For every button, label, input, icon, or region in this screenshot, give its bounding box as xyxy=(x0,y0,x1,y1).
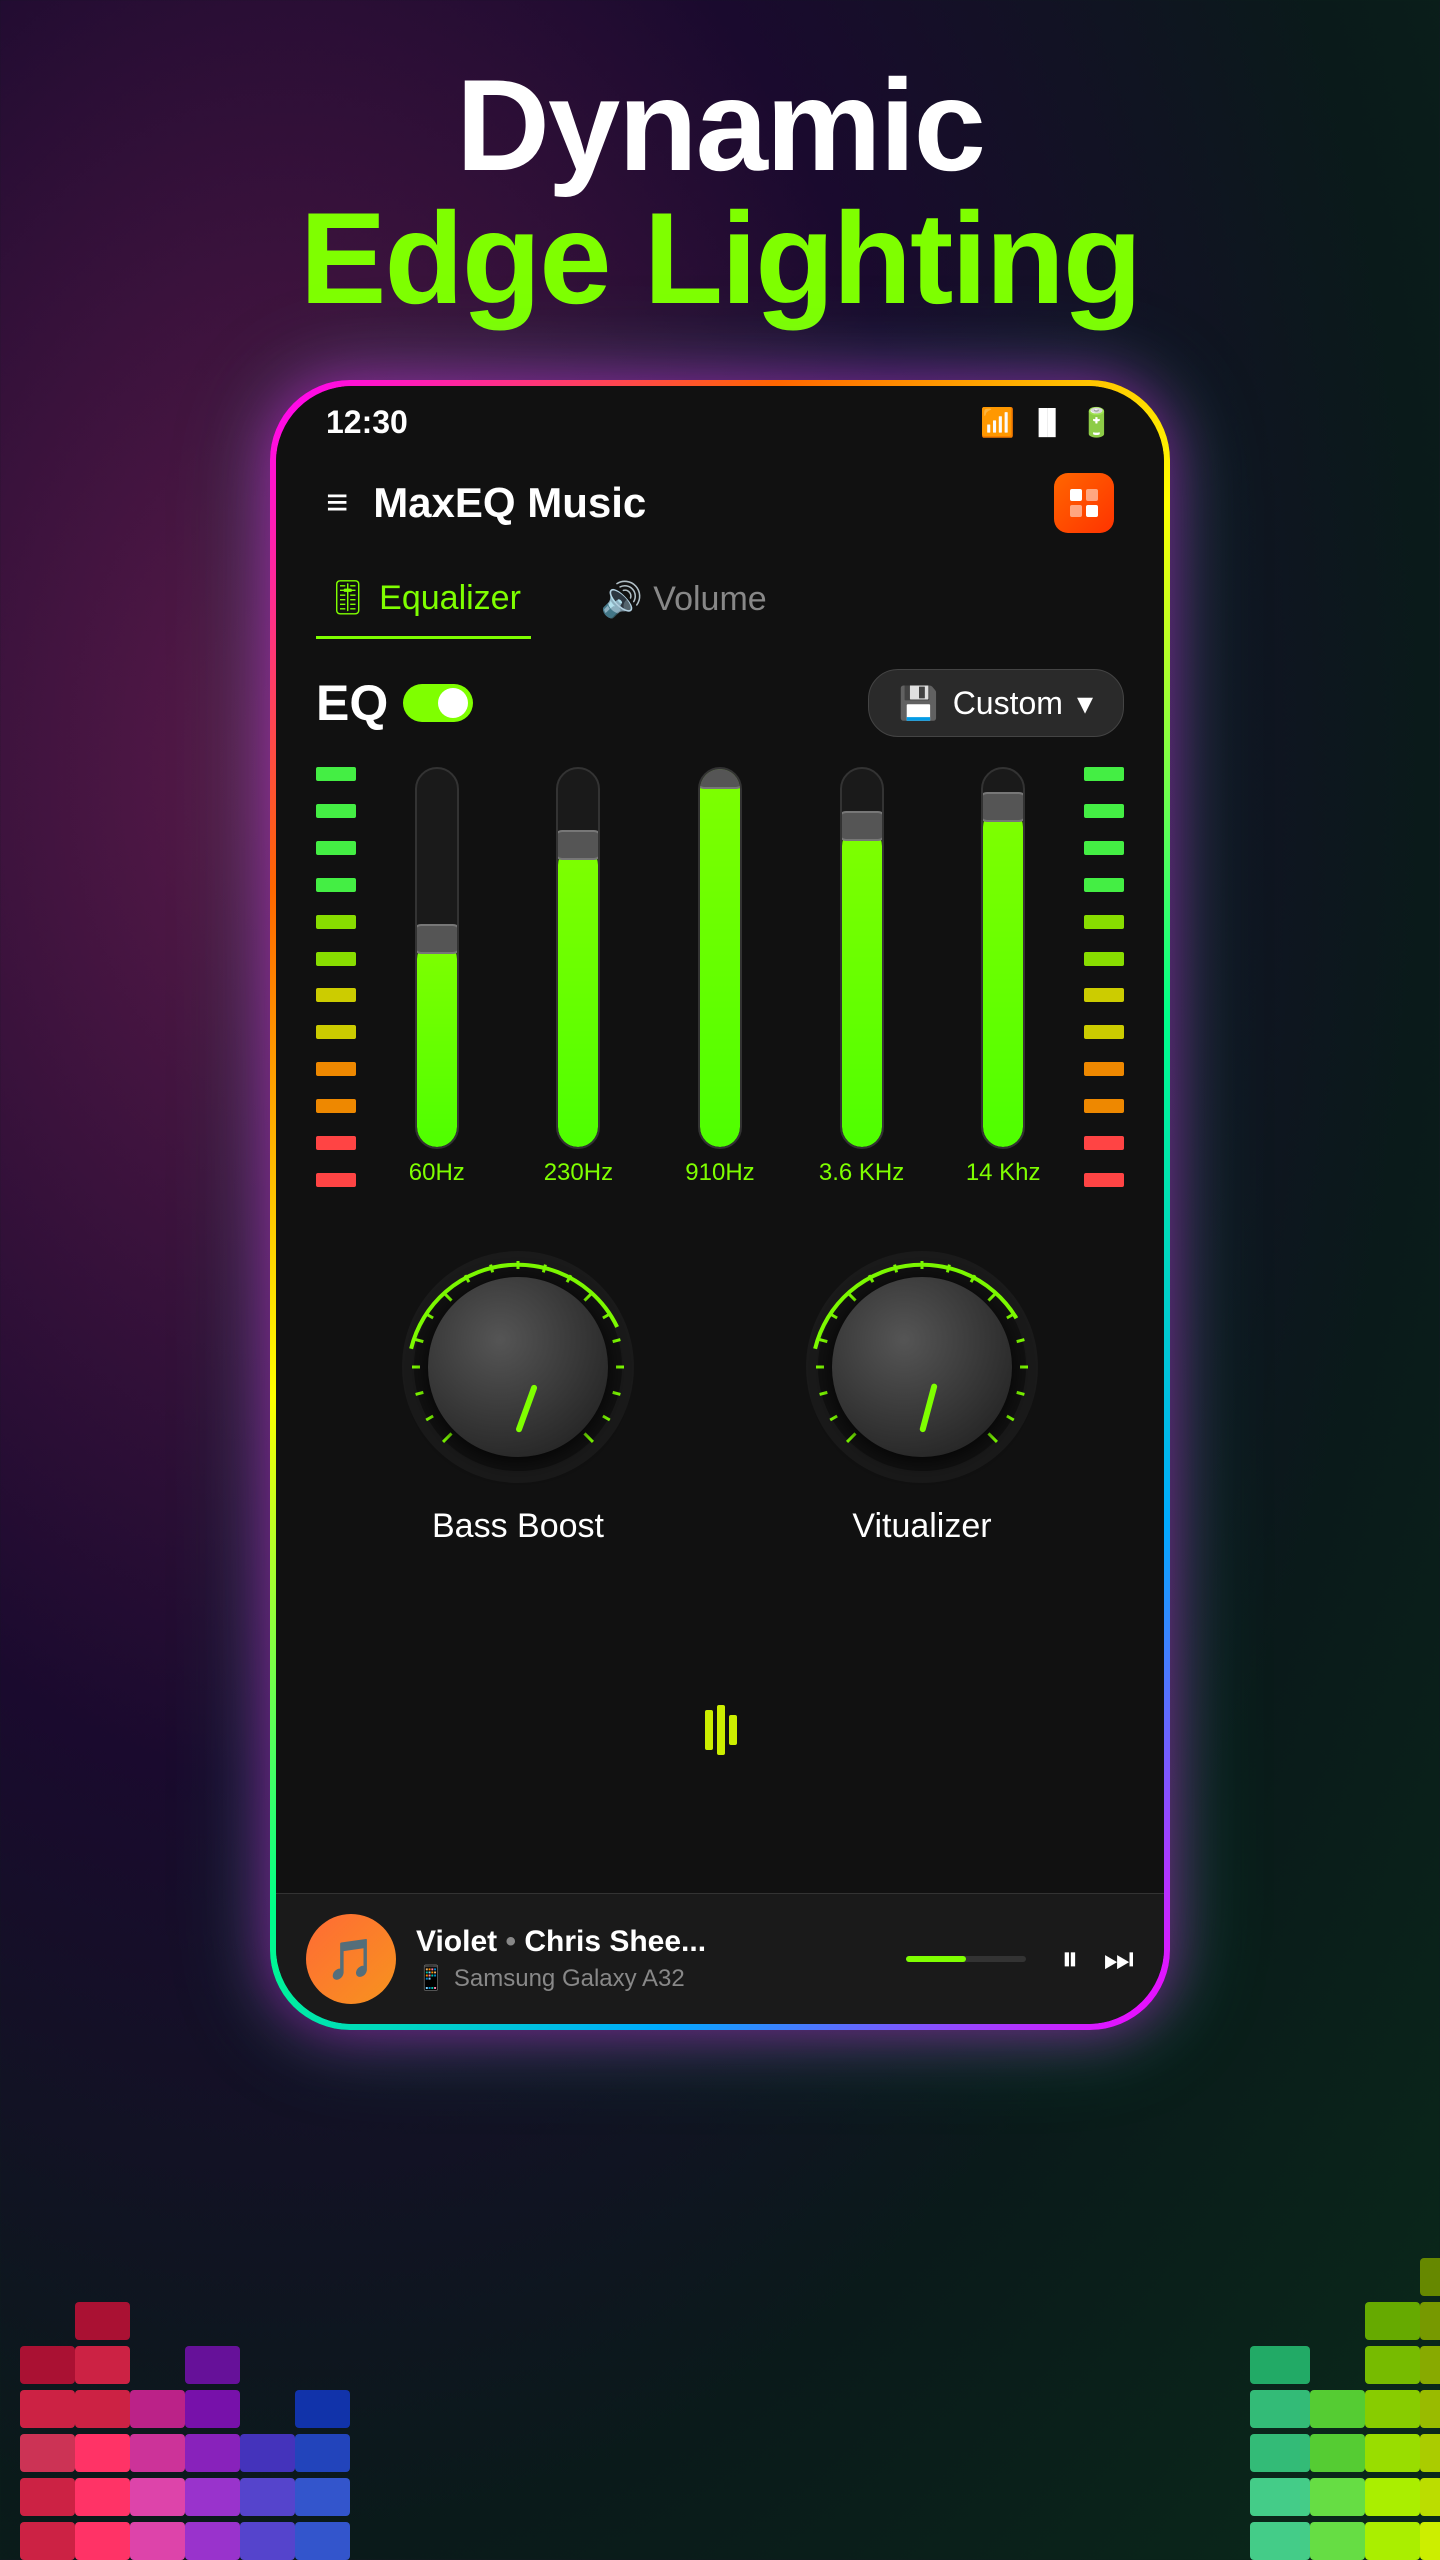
bass-boost-knob-wrap: Bass Boost xyxy=(398,1247,638,1546)
slider-fill-14khz xyxy=(983,807,1023,1147)
slider-fill-60hz xyxy=(417,939,457,1147)
device-icon: 📱 xyxy=(416,1964,446,1993)
equalizer-icon: 🎚 xyxy=(326,578,369,618)
np-song-title: Violet • Chris Shee... xyxy=(416,1925,876,1959)
phone-frame: 12:30 📶 ▐▌ 🔋 ≡ MaxEQ Music xyxy=(270,380,1170,2030)
tab-bar: 🎚 Equalizer 🔊 Volume xyxy=(276,553,1164,639)
np-progress-bar[interactable] xyxy=(906,1956,1026,1962)
slider-track-60hz[interactable] xyxy=(415,767,459,1149)
virtualizer-knob-wrap: Vitualizer xyxy=(802,1247,1042,1546)
slider-track-230hz[interactable] xyxy=(556,767,600,1149)
eq-section: EQ 💾 Custom ▾ xyxy=(276,639,1164,1893)
bass-boost-label: Bass Boost xyxy=(432,1507,604,1546)
bar-col-1 xyxy=(20,2346,75,2560)
title-line2: Edge Lighting xyxy=(0,190,1440,327)
bar-col-2 xyxy=(75,2302,130,2560)
slider-label-60hz: 60Hz xyxy=(409,1159,465,1187)
np-info: Violet • Chris Shee... 📱 Samsung Galaxy … xyxy=(416,1925,876,1993)
vu-meter-left xyxy=(316,767,356,1187)
status-bar: 12:30 📶 ▐▌ 🔋 xyxy=(276,386,1164,453)
bar-col-7 xyxy=(1250,2346,1310,2560)
slider-910hz[interactable]: 910Hz xyxy=(659,767,781,1187)
preset-label: Custom xyxy=(953,685,1063,722)
slider-label-230hz: 230Hz xyxy=(544,1159,613,1187)
bar-col-10 xyxy=(1420,2258,1440,2560)
waveform-svg xyxy=(520,1700,920,1760)
waveform-area xyxy=(316,1596,1124,1863)
save-icon: 💾 xyxy=(899,684,939,722)
phone-screen: 12:30 📶 ▐▌ 🔋 ≡ MaxEQ Music xyxy=(276,386,1164,2024)
eq-toggle-row: EQ xyxy=(316,674,473,732)
wifi-icon: 📶 xyxy=(980,406,1015,439)
slider-thumb-14khz[interactable] xyxy=(981,792,1025,822)
signal-icon: ▐▌ xyxy=(1030,409,1064,437)
knob-body-virt xyxy=(832,1277,1012,1457)
vu-meter-right xyxy=(1084,767,1124,1187)
bar-col-6 xyxy=(295,2390,350,2560)
app-title: MaxEQ Music xyxy=(373,479,646,527)
slider-thumb-3khz[interactable] xyxy=(840,811,884,841)
bass-boost-knob[interactable] xyxy=(398,1247,638,1487)
chevron-down-icon: ▾ xyxy=(1077,684,1093,722)
slider-thumb-230hz[interactable] xyxy=(556,830,600,860)
virtualizer-knob[interactable] xyxy=(802,1247,1042,1487)
np-controls: ⏸ ⏭ xyxy=(896,1940,1134,1979)
slider-60hz[interactable]: 60Hz xyxy=(376,767,498,1187)
slider-thumb-910hz[interactable] xyxy=(698,767,742,789)
battery-icon: 🔋 xyxy=(1079,406,1114,439)
slider-label-3khz: 3.6 KHz xyxy=(819,1159,904,1187)
knobs-row: Bass Boost xyxy=(316,1217,1124,1566)
slider-230hz[interactable]: 230Hz xyxy=(518,767,640,1187)
status-time: 12:30 xyxy=(326,404,408,441)
tab-volume[interactable]: 🔊 Volume xyxy=(591,563,777,639)
slider-track-14khz[interactable] xyxy=(981,767,1025,1149)
tab-equalizer[interactable]: 🎚 Equalizer xyxy=(316,563,531,639)
app-logo xyxy=(1054,473,1114,533)
slider-fill-3khz xyxy=(842,826,882,1147)
bar-col-4 xyxy=(185,2346,240,2560)
slider-3khz[interactable]: 3.6 KHz xyxy=(801,767,923,1187)
np-avatar: 🎵 xyxy=(306,1914,396,2004)
eq-label: EQ xyxy=(316,674,388,732)
eq-header: EQ 💾 Custom ▾ xyxy=(316,669,1124,737)
slider-label-14khz: 14 Khz xyxy=(966,1159,1041,1187)
slider-14khz[interactable]: 14 Khz xyxy=(942,767,1064,1187)
pause-icon[interactable]: ⏸ xyxy=(1061,1940,1078,1979)
slider-track-910hz[interactable] xyxy=(698,767,742,1149)
status-icons: 📶 ▐▌ 🔋 xyxy=(980,406,1114,439)
knob-indicator-virt xyxy=(919,1383,938,1433)
np-device: 📱 Samsung Galaxy A32 xyxy=(416,1964,876,1993)
phone-outer-border: 12:30 📶 ▐▌ 🔋 ≡ MaxEQ Music xyxy=(270,380,1170,2030)
app-header-left: ≡ MaxEQ Music xyxy=(326,479,646,527)
slider-label-910hz: 910Hz xyxy=(685,1159,754,1187)
title-section: Dynamic Edge Lighting xyxy=(0,60,1440,327)
bar-col-9 xyxy=(1365,2302,1420,2560)
now-playing-bar: 🎵 Violet • Chris Shee... 📱 Samsung Galax… xyxy=(276,1893,1164,2024)
slider-thumb-60hz[interactable] xyxy=(415,924,459,954)
title-line1: Dynamic xyxy=(0,60,1440,190)
sliders-row: 60Hz 230Hz xyxy=(376,767,1064,1187)
bar-col-8 xyxy=(1310,2390,1365,2560)
knob-indicator-bass xyxy=(515,1384,538,1433)
eq-toggle[interactable] xyxy=(403,684,473,722)
virtualizer-label: Vitualizer xyxy=(852,1507,991,1546)
knob-body-bass xyxy=(428,1277,608,1457)
bar-col-3 xyxy=(130,2390,185,2560)
slider-fill-910hz xyxy=(700,769,740,1147)
app-header: ≡ MaxEQ Music xyxy=(276,453,1164,553)
slider-fill-230hz xyxy=(558,845,598,1147)
preset-button[interactable]: 💾 Custom ▾ xyxy=(868,669,1124,737)
slider-track-3khz[interactable] xyxy=(840,767,884,1149)
volume-icon: 🔊 xyxy=(601,580,643,620)
bar-col-5 xyxy=(240,2434,295,2560)
next-icon[interactable]: ⏭ xyxy=(1103,1940,1134,1979)
eq-sliders-area: 60Hz 230Hz xyxy=(316,767,1124,1187)
menu-icon[interactable]: ≡ xyxy=(326,482,348,525)
